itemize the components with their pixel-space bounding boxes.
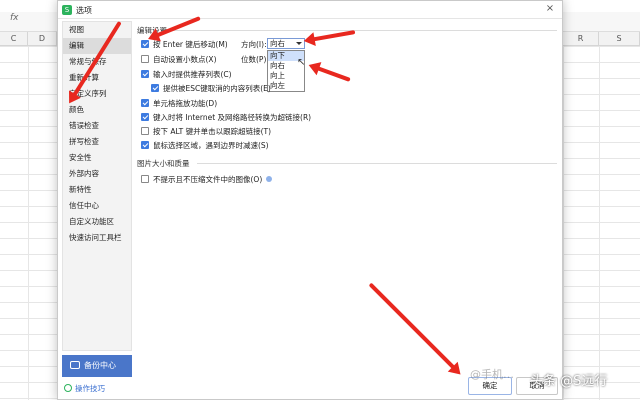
backup-center-button[interactable]: 备份中心 — [62, 355, 132, 377]
dialog-titlebar[interactable]: S 选项 × — [58, 1, 562, 19]
direction-option-left[interactable]: 向左 — [268, 81, 304, 91]
checkbox-auto-decimal[interactable] — [141, 55, 149, 63]
grid-column-line — [28, 46, 29, 400]
nav-item-external-content[interactable]: 外部内容 — [63, 166, 131, 182]
watermark: 头条 @S远行 — [530, 374, 608, 389]
close-button[interactable]: × — [544, 3, 556, 15]
column-header-c[interactable]: C — [0, 32, 28, 46]
checkbox-drag-drop[interactable] — [141, 99, 149, 107]
image-section-divider — [197, 163, 557, 164]
option-alt-click[interactable]: 按下 ALT 键并单击以跟踪超链接(T) — [141, 126, 271, 137]
image-section-title: 图片大小和质量 — [137, 159, 190, 168]
tips-link[interactable]: 操作技巧 — [64, 383, 105, 394]
option-internet-links[interactable]: 键入时将 Internet 及网络路径转换为超链接(R) — [141, 112, 311, 123]
label-esc-prompt: 提供被ESC键取消的内容列表(E) — [163, 84, 271, 93]
tips-icon — [64, 384, 72, 392]
checkbox-internet-links[interactable] — [141, 113, 149, 121]
label-alt-click: 按下 ALT 键并单击以跟踪超链接(T) — [153, 127, 272, 136]
option-mouse-slow[interactable]: 鼠标选择区域，遇到边界时减速(S) — [141, 140, 269, 151]
info-icon[interactable] — [266, 176, 273, 182]
app-icon: S — [62, 5, 72, 15]
direction-select-value: 向右 — [270, 39, 285, 48]
nav-item-edit[interactable]: 编辑 — [63, 38, 131, 54]
option-esc-prompt[interactable]: 提供被ESC键取消的内容列表(E) — [151, 83, 271, 94]
nav-item-recalculate[interactable]: 重新计算 — [63, 70, 131, 86]
direction-option-up[interactable]: 向上 — [268, 71, 304, 81]
column-header-r[interactable]: R — [563, 32, 599, 46]
column-header-s[interactable]: S — [599, 32, 640, 46]
nav-item-error-check[interactable]: 错误检查 — [63, 118, 131, 134]
label-no-compress: 不提示且不压缩文件中的图像(O) — [153, 175, 263, 184]
fx-label: fx — [10, 13, 19, 23]
checkbox-autocomplete[interactable] — [141, 70, 149, 78]
grid-column-line — [599, 46, 600, 400]
chevron-down-icon[interactable] — [296, 42, 302, 45]
tips-label: 操作技巧 — [75, 384, 105, 393]
label-move-after-enter: 按 Enter 键后移动(M) — [153, 40, 228, 49]
checkbox-move-after-enter[interactable] — [141, 40, 149, 48]
label-autocomplete: 输入时提供推荐列表(C) — [153, 70, 232, 79]
checkbox-no-compress[interactable] — [141, 175, 149, 183]
nav-item-trust-center[interactable]: 信任中心 — [63, 198, 131, 214]
backup-center-label: 备份中心 — [84, 361, 116, 370]
nav-item-custom-ribbon[interactable]: 自定义功能区 — [63, 214, 131, 230]
option-drag-drop[interactable]: 单元格拖放功能(D) — [141, 98, 217, 109]
backup-icon — [70, 361, 80, 369]
faint-watermark: @手机… — [470, 368, 514, 381]
nav-item-quick-access[interactable]: 快速访问工具栏 — [63, 230, 131, 246]
option-auto-decimal[interactable]: 自动设置小数点(X) — [141, 54, 217, 65]
column-header-d[interactable]: D — [28, 32, 57, 46]
nav-item-security[interactable]: 安全性 — [63, 150, 131, 166]
nav-item-spell-check[interactable]: 拼写检查 — [63, 134, 131, 150]
checkbox-mouse-slow[interactable] — [141, 141, 149, 149]
edit-settings-panel: 编辑设置 按 Enter 键后移动(M) 方向(I): 向右 自动设置小数点(X… — [137, 21, 559, 351]
dialog-title: 选项 — [76, 6, 92, 15]
direction-label: 方向(I): — [241, 40, 267, 49]
options-nav: 视图 编辑 常规与保存 重新计算 自定义序列 颜色 错误检查 拼写检查 安全性 … — [62, 21, 132, 351]
nav-item-new-features[interactable]: 新特性 — [63, 182, 131, 198]
option-no-compress[interactable]: 不提示且不压缩文件中的图像(O) — [141, 174, 273, 185]
label-internet-links: 键入时将 Internet 及网络路径转换为超链接(R) — [153, 113, 312, 122]
label-auto-decimal: 自动设置小数点(X) — [153, 55, 217, 64]
grid-column-line — [563, 46, 564, 400]
direction-select[interactable]: 向右 — [267, 38, 305, 49]
checkbox-alt-click[interactable] — [141, 127, 149, 135]
checkbox-esc-prompt[interactable] — [151, 84, 159, 92]
option-autocomplete[interactable]: 输入时提供推荐列表(C) — [141, 69, 232, 80]
edit-section-divider — [171, 30, 557, 31]
mouse-pointer-icon: ↖ — [297, 57, 306, 68]
digits-label: 位数(P): — [241, 55, 269, 64]
label-drag-drop: 单元格拖放功能(D) — [153, 99, 218, 108]
label-mouse-slow: 鼠标选择区域，遇到边界时减速(S) — [153, 141, 269, 150]
